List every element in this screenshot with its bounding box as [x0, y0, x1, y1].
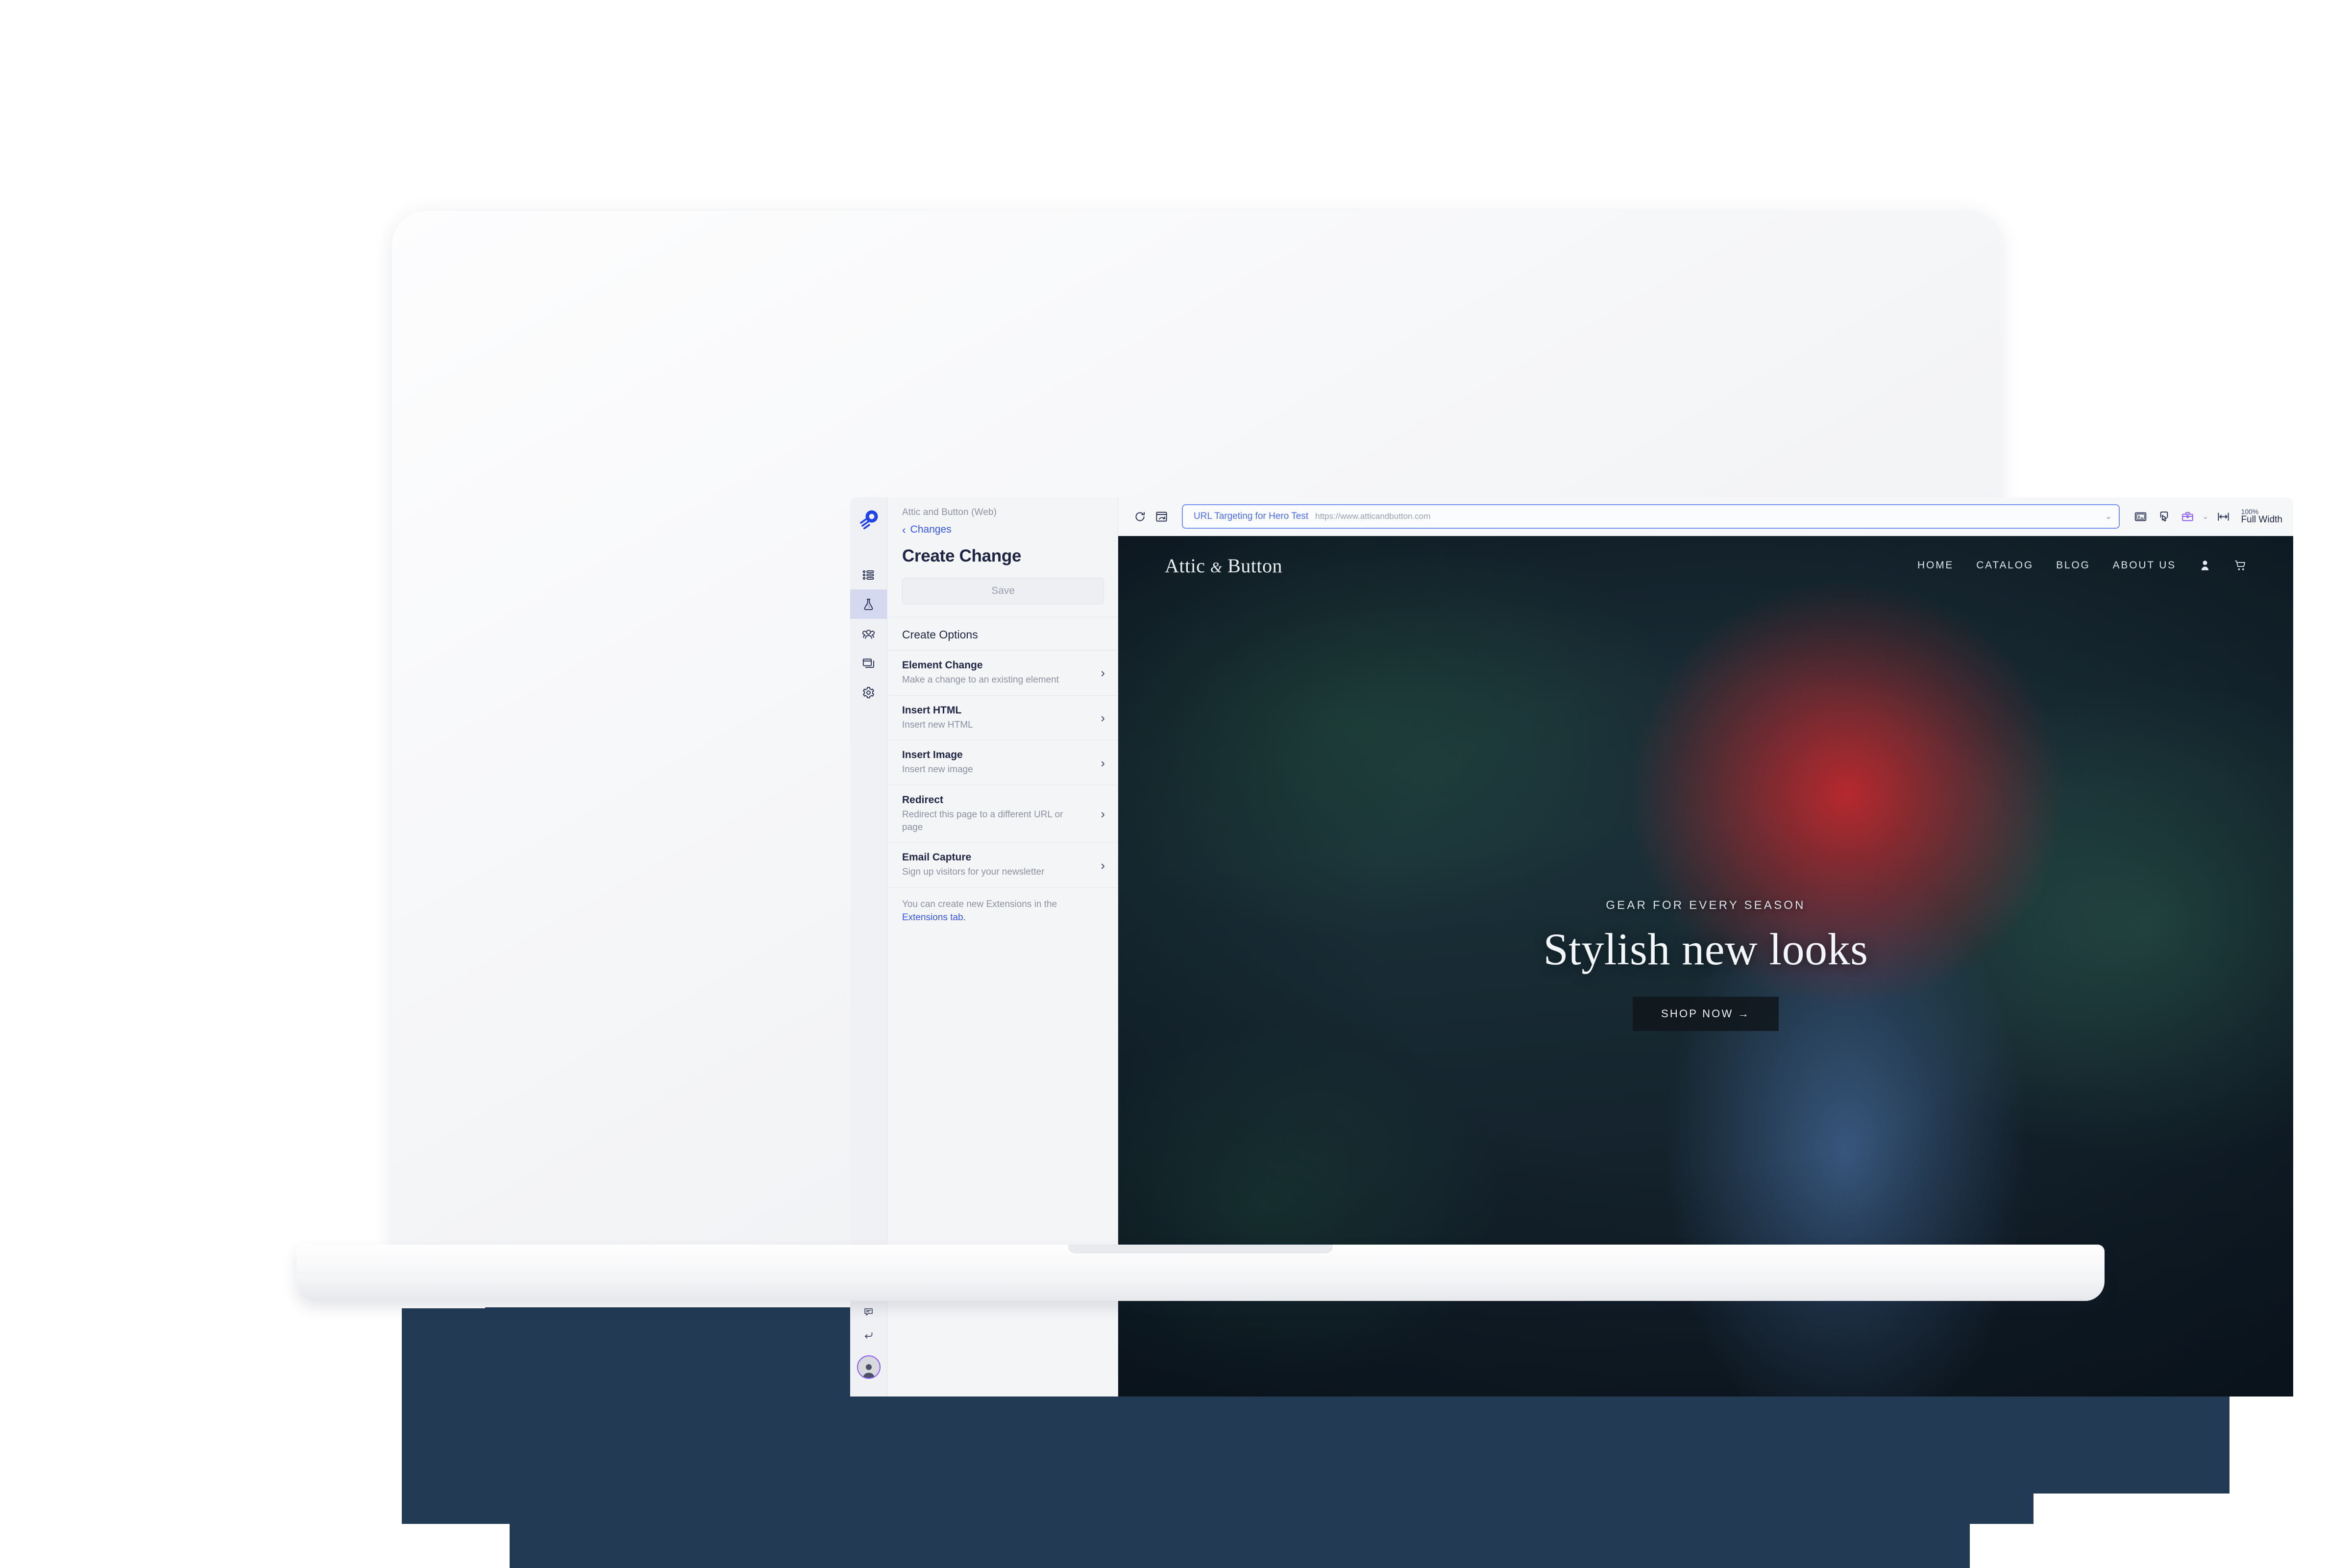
option-redirect[interactable]: Redirect Redirect this page to a differe… — [887, 785, 1118, 843]
console-icon[interactable] — [2130, 506, 2151, 527]
project-name: Attic and Button (Web) — [902, 507, 997, 517]
site-nav-home[interactable]: HOME — [1917, 560, 1954, 571]
sidebar-item-feedback[interactable] — [850, 1300, 887, 1323]
chevron-left-icon: ‹ — [902, 523, 906, 536]
extensions-chevron-down-icon[interactable]: ⌄ — [2200, 512, 2210, 521]
hero-kicker: GEAR FOR EVERY SEASON — [1606, 899, 1806, 912]
brand-right: Button — [1227, 554, 1283, 577]
laptop-lid: Attic and Button (Web) ‹ Changes Create … — [392, 211, 2293, 1396]
toolbar-right-group: ⌄ 100% Full Width — [2130, 506, 2282, 527]
extensions-note: You can create new Extensions in the Ext… — [887, 888, 1118, 925]
option-insert-html[interactable]: Insert HTML Insert new HTML › — [887, 696, 1118, 741]
sidebar-item-experiments[interactable] — [850, 589, 887, 619]
laptop-notch — [1068, 1245, 1333, 1253]
option-title: Insert Image — [902, 749, 963, 761]
option-insert-image[interactable]: Insert Image Insert new image › — [887, 740, 1118, 785]
chevron-right-icon: › — [1101, 755, 1105, 770]
pointer-select-icon[interactable] — [2153, 506, 2175, 527]
shop-now-label: SHOP NOW → — [1661, 1007, 1750, 1020]
back-to-changes-link[interactable]: ‹ Changes — [902, 524, 1103, 536]
create-options-label: Create Options — [902, 628, 978, 641]
zoom-percent: 100% — [2241, 507, 2259, 515]
panel-header: Attic and Button (Web) ‹ Changes Create … — [887, 497, 1118, 604]
brand-left: Attic — [1165, 554, 1205, 577]
option-desc: Make a change to an existing element — [902, 675, 1059, 685]
site-navbar: Attic & Button HOME CATALOG BLOG ABOUT U… — [1118, 536, 2293, 595]
zoom-mode: Full Width — [2241, 514, 2282, 525]
option-email-capture[interactable]: Email Capture Sign up visitors for your … — [887, 843, 1118, 888]
option-element-change[interactable]: Element Change Make a change to an exist… — [887, 651, 1118, 696]
option-title: Redirect — [902, 794, 944, 806]
screenshot-stage: Attic and Button (Web) ‹ Changes Create … — [0, 0, 2352, 1568]
sidebar-item-exit[interactable] — [850, 1323, 887, 1347]
preview-toolbar: URL Targeting for Hero Test https://www.… — [1118, 497, 2293, 536]
option-desc: Sign up visitors for your newsletter — [902, 867, 1045, 878]
option-desc: Redirect this page to a different URL or… — [902, 809, 1063, 833]
decor-shape-bottom-low — [510, 1492, 1970, 1568]
create-options-list: Element Change Make a change to an exist… — [887, 650, 1118, 888]
user-avatar[interactable] — [857, 1355, 881, 1379]
hero-title: Stylish new looks — [1543, 924, 1868, 974]
extensions-note-text: You can create new Extensions in the — [902, 899, 1057, 909]
full-width-icon[interactable] — [2213, 506, 2234, 527]
sidebar-item-list[interactable] — [850, 560, 887, 589]
sidebar-item-audiences[interactable] — [850, 619, 887, 648]
url-targeting-label: URL Targeting for Hero Test — [1194, 511, 1309, 521]
reload-frame-icon[interactable] — [1151, 506, 1172, 527]
chevron-right-icon: › — [1101, 665, 1105, 681]
sidebar-item-pages[interactable] — [850, 648, 887, 678]
chevron-right-icon: › — [1101, 807, 1105, 822]
brand-ampersand: & — [1210, 558, 1223, 576]
optimizely-rocket-logo[interactable] — [858, 508, 880, 531]
option-desc: Insert new image — [902, 764, 973, 775]
zoom-indicator[interactable]: 100% Full Width — [2241, 508, 2282, 525]
sidebar-item-settings[interactable] — [850, 678, 887, 707]
toolbox-icon[interactable] — [2177, 506, 2198, 527]
site-nav-about-us[interactable]: ABOUT US — [2113, 560, 2176, 571]
extensions-tab-link[interactable]: Extensions tab. — [902, 912, 966, 923]
chevron-right-icon: › — [1101, 710, 1105, 725]
option-title: Element Change — [902, 660, 983, 671]
url-value: https://www.atticandbutton.com — [1315, 512, 1431, 521]
site-brand-logo[interactable]: Attic & Button — [1165, 554, 1282, 577]
chevron-down-icon[interactable]: ⌄ — [2105, 512, 2112, 521]
site-nav-links: HOME CATALOG BLOG ABOUT US — [1917, 559, 2247, 572]
rail-primary-nav — [850, 560, 887, 707]
user-icon[interactable] — [2199, 559, 2211, 572]
page-title: Create Change — [902, 546, 1022, 565]
hero-content: GEAR FOR EVERY SEASON Stylish new looks … — [1118, 899, 2293, 1031]
back-link-label: Changes — [910, 524, 952, 535]
option-title: Email Capture — [902, 852, 972, 863]
site-nav-catalog[interactable]: CATALOG — [1976, 560, 2034, 571]
reload-icon[interactable] — [1129, 506, 1151, 527]
chevron-right-icon: › — [1101, 858, 1105, 873]
cart-icon[interactable] — [2234, 559, 2247, 572]
url-targeting-input[interactable]: URL Targeting for Hero Test https://www.… — [1182, 504, 2120, 529]
shop-now-button[interactable]: SHOP NOW → — [1633, 997, 1779, 1031]
save-button[interactable]: Save — [902, 578, 1104, 604]
site-nav-blog[interactable]: BLOG — [2056, 560, 2090, 571]
option-desc: Insert new HTML — [902, 719, 973, 730]
option-title: Insert HTML — [902, 704, 962, 716]
